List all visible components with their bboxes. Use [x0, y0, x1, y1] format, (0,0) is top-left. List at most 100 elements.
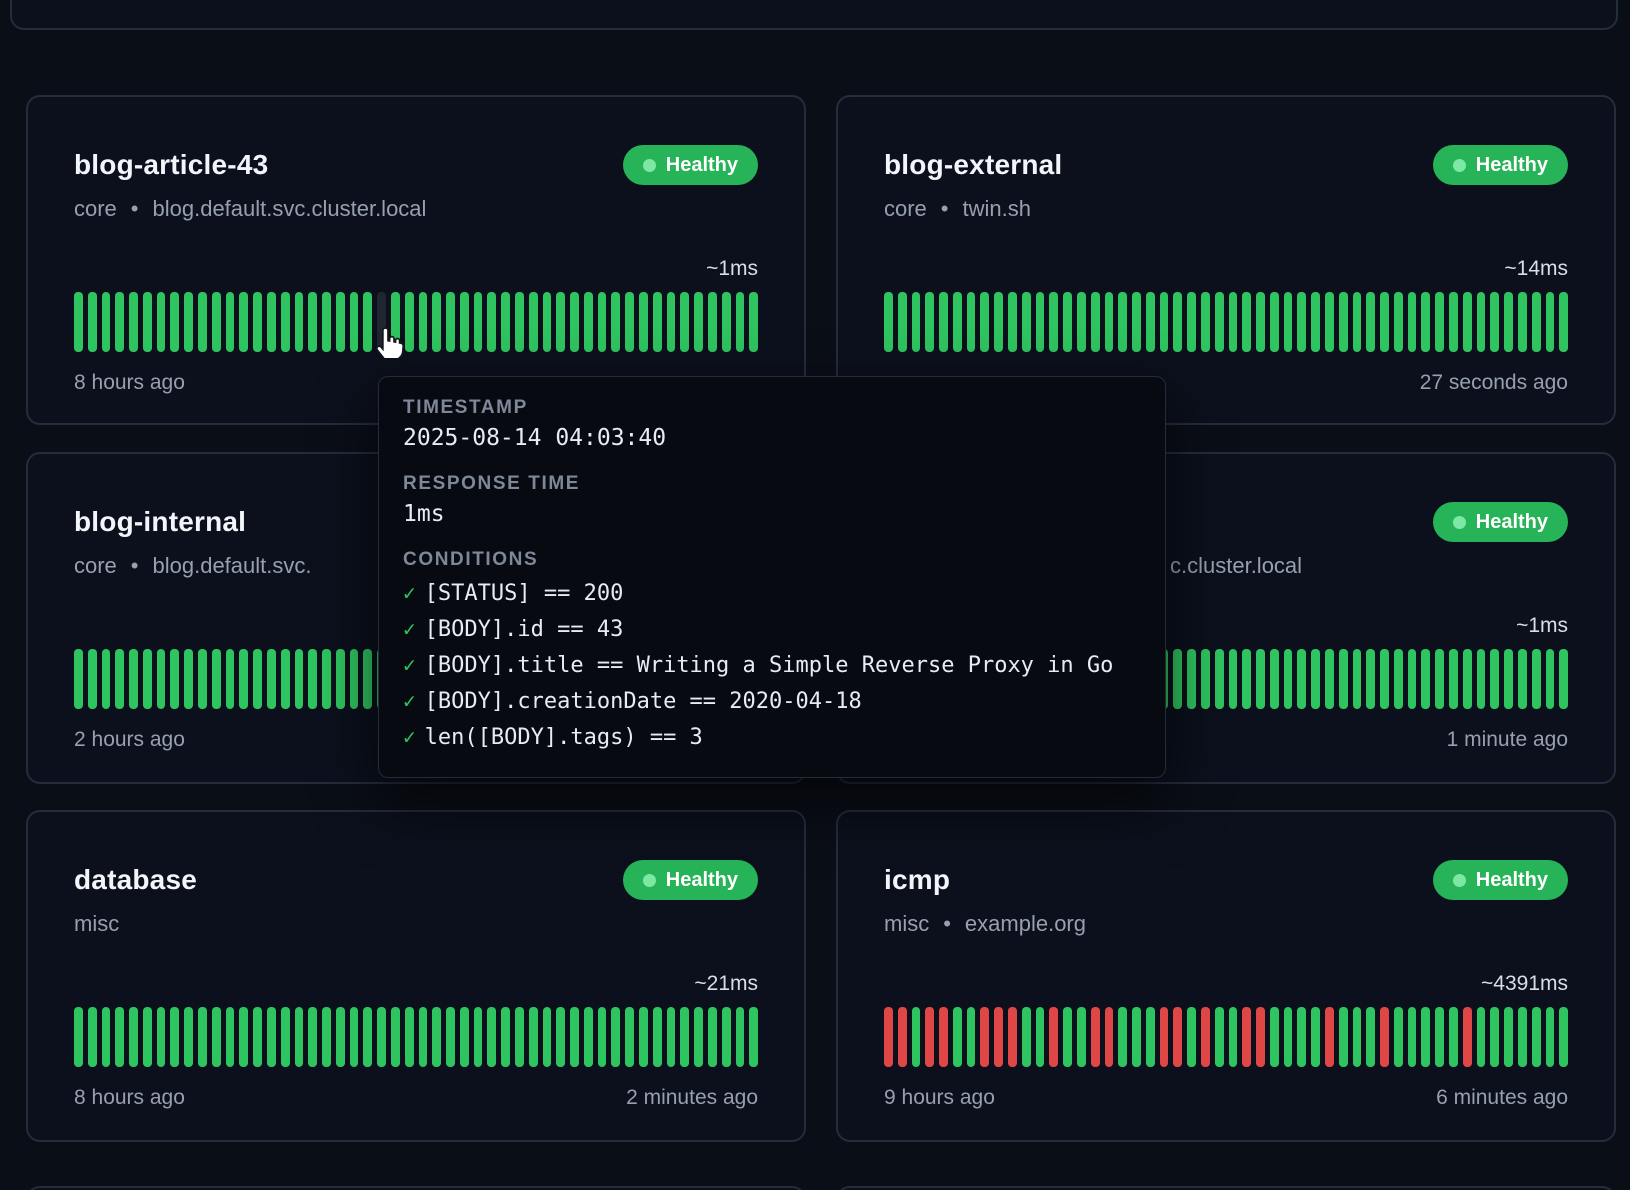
health-bar[interactable] — [736, 1007, 745, 1067]
health-bar[interactable] — [1297, 292, 1306, 352]
health-bar[interactable] — [653, 1007, 662, 1067]
health-bar[interactable] — [694, 292, 703, 352]
health-bar[interactable] — [1477, 292, 1486, 352]
health-bar[interactable] — [74, 292, 83, 352]
health-bar[interactable] — [115, 1007, 124, 1067]
health-bar[interactable] — [1229, 649, 1238, 709]
health-bar[interactable] — [143, 292, 152, 352]
health-bar[interactable] — [667, 1007, 676, 1067]
health-bar[interactable] — [1215, 1007, 1224, 1067]
health-bar[interactable] — [898, 292, 907, 352]
health-bar[interactable] — [501, 292, 510, 352]
health-bar[interactable] — [1242, 649, 1251, 709]
health-bar[interactable] — [74, 649, 83, 709]
health-bar[interactable] — [157, 1007, 166, 1067]
health-bar[interactable] — [1256, 649, 1265, 709]
health-bar[interactable] — [1187, 292, 1196, 352]
health-bar[interactable] — [88, 1007, 97, 1067]
health-bar[interactable] — [102, 1007, 111, 1067]
health-bar[interactable] — [74, 1007, 83, 1067]
health-bar[interactable] — [1063, 292, 1072, 352]
health-bar[interactable] — [281, 1007, 290, 1067]
health-bar[interactable] — [350, 1007, 359, 1067]
health-bar[interactable] — [1518, 649, 1527, 709]
health-bar[interactable] — [1297, 649, 1306, 709]
health-bar[interactable] — [1229, 292, 1238, 352]
health-bar[interactable] — [474, 292, 483, 352]
health-bar[interactable] — [115, 292, 124, 352]
health-bar[interactable] — [639, 292, 648, 352]
health-bar[interactable] — [667, 292, 676, 352]
health-bar[interactable] — [1049, 292, 1058, 352]
health-bar[interactable] — [1449, 649, 1458, 709]
health-bar[interactable] — [1132, 292, 1141, 352]
health-bar[interactable] — [1518, 292, 1527, 352]
health-bar[interactable] — [226, 1007, 235, 1067]
health-bar[interactable] — [515, 1007, 524, 1067]
health-bar[interactable] — [1325, 1007, 1334, 1067]
health-bar[interactable] — [1187, 1007, 1196, 1067]
health-bar[interactable] — [432, 1007, 441, 1067]
health-bar[interactable] — [474, 1007, 483, 1067]
health-bar[interactable] — [267, 292, 276, 352]
health-bar[interactable] — [1394, 292, 1403, 352]
health-bar[interactable] — [405, 1007, 414, 1067]
health-bar[interactable] — [239, 292, 248, 352]
health-bar[interactable] — [487, 292, 496, 352]
health-bar[interactable] — [515, 292, 524, 352]
health-bar[interactable] — [1435, 649, 1444, 709]
health-bar[interactable] — [363, 1007, 372, 1067]
health-bar[interactable] — [1394, 1007, 1403, 1067]
health-bar[interactable] — [1435, 1007, 1444, 1067]
health-bar[interactable] — [1366, 649, 1375, 709]
health-bar[interactable] — [1504, 649, 1513, 709]
health-bar[interactable] — [226, 649, 235, 709]
endpoint-card-database[interactable]: database Healthy misc ~21ms 8 hours ago … — [26, 810, 806, 1142]
health-bar[interactable] — [226, 292, 235, 352]
health-bar[interactable] — [446, 1007, 455, 1067]
health-bar[interactable] — [1105, 1007, 1114, 1067]
health-bar[interactable] — [460, 1007, 469, 1067]
health-bar[interactable] — [1325, 292, 1334, 352]
health-bar[interactable] — [1463, 649, 1472, 709]
card-partial-below-left[interactable] — [26, 1186, 806, 1190]
health-bar[interactable] — [1408, 1007, 1417, 1067]
health-bar[interactable] — [1036, 292, 1045, 352]
health-bar[interactable] — [1463, 292, 1472, 352]
health-bar[interactable] — [184, 292, 193, 352]
health-bar[interactable] — [212, 649, 221, 709]
health-bar[interactable] — [1353, 1007, 1362, 1067]
health-bar[interactable] — [1504, 292, 1513, 352]
health-bar[interactable] — [749, 292, 758, 352]
health-bar[interactable] — [994, 292, 1003, 352]
health-bar[interactable] — [1546, 292, 1555, 352]
health-bar[interactable] — [1408, 292, 1417, 352]
health-bar[interactable] — [639, 1007, 648, 1067]
health-bar[interactable] — [501, 1007, 510, 1067]
health-bar[interactable] — [1242, 292, 1251, 352]
health-bar[interactable] — [1559, 1007, 1568, 1067]
health-bar[interactable] — [322, 292, 331, 352]
health-bar[interactable] — [102, 649, 111, 709]
health-bar[interactable] — [198, 649, 207, 709]
health-bar[interactable] — [1463, 1007, 1472, 1067]
health-bar[interactable] — [884, 1007, 893, 1067]
health-bar[interactable] — [1160, 292, 1169, 352]
health-bar[interactable] — [653, 292, 662, 352]
health-bar[interactable] — [391, 292, 400, 352]
health-bar[interactable] — [953, 292, 962, 352]
health-bar[interactable] — [1435, 292, 1444, 352]
health-bar[interactable] — [253, 292, 262, 352]
card-partial-above[interactable] — [10, 0, 1618, 30]
health-bar[interactable] — [1297, 1007, 1306, 1067]
health-bar[interactable] — [253, 1007, 262, 1067]
health-bar[interactable] — [487, 1007, 496, 1067]
health-bar[interactable] — [1008, 292, 1017, 352]
health-bar[interactable] — [295, 649, 304, 709]
health-bar[interactable] — [611, 292, 620, 352]
health-bar[interactable] — [1008, 1007, 1017, 1067]
health-bar[interactable] — [898, 1007, 907, 1067]
health-bar[interactable] — [1477, 1007, 1486, 1067]
health-bar[interactable] — [322, 649, 331, 709]
health-bar[interactable] — [967, 292, 976, 352]
